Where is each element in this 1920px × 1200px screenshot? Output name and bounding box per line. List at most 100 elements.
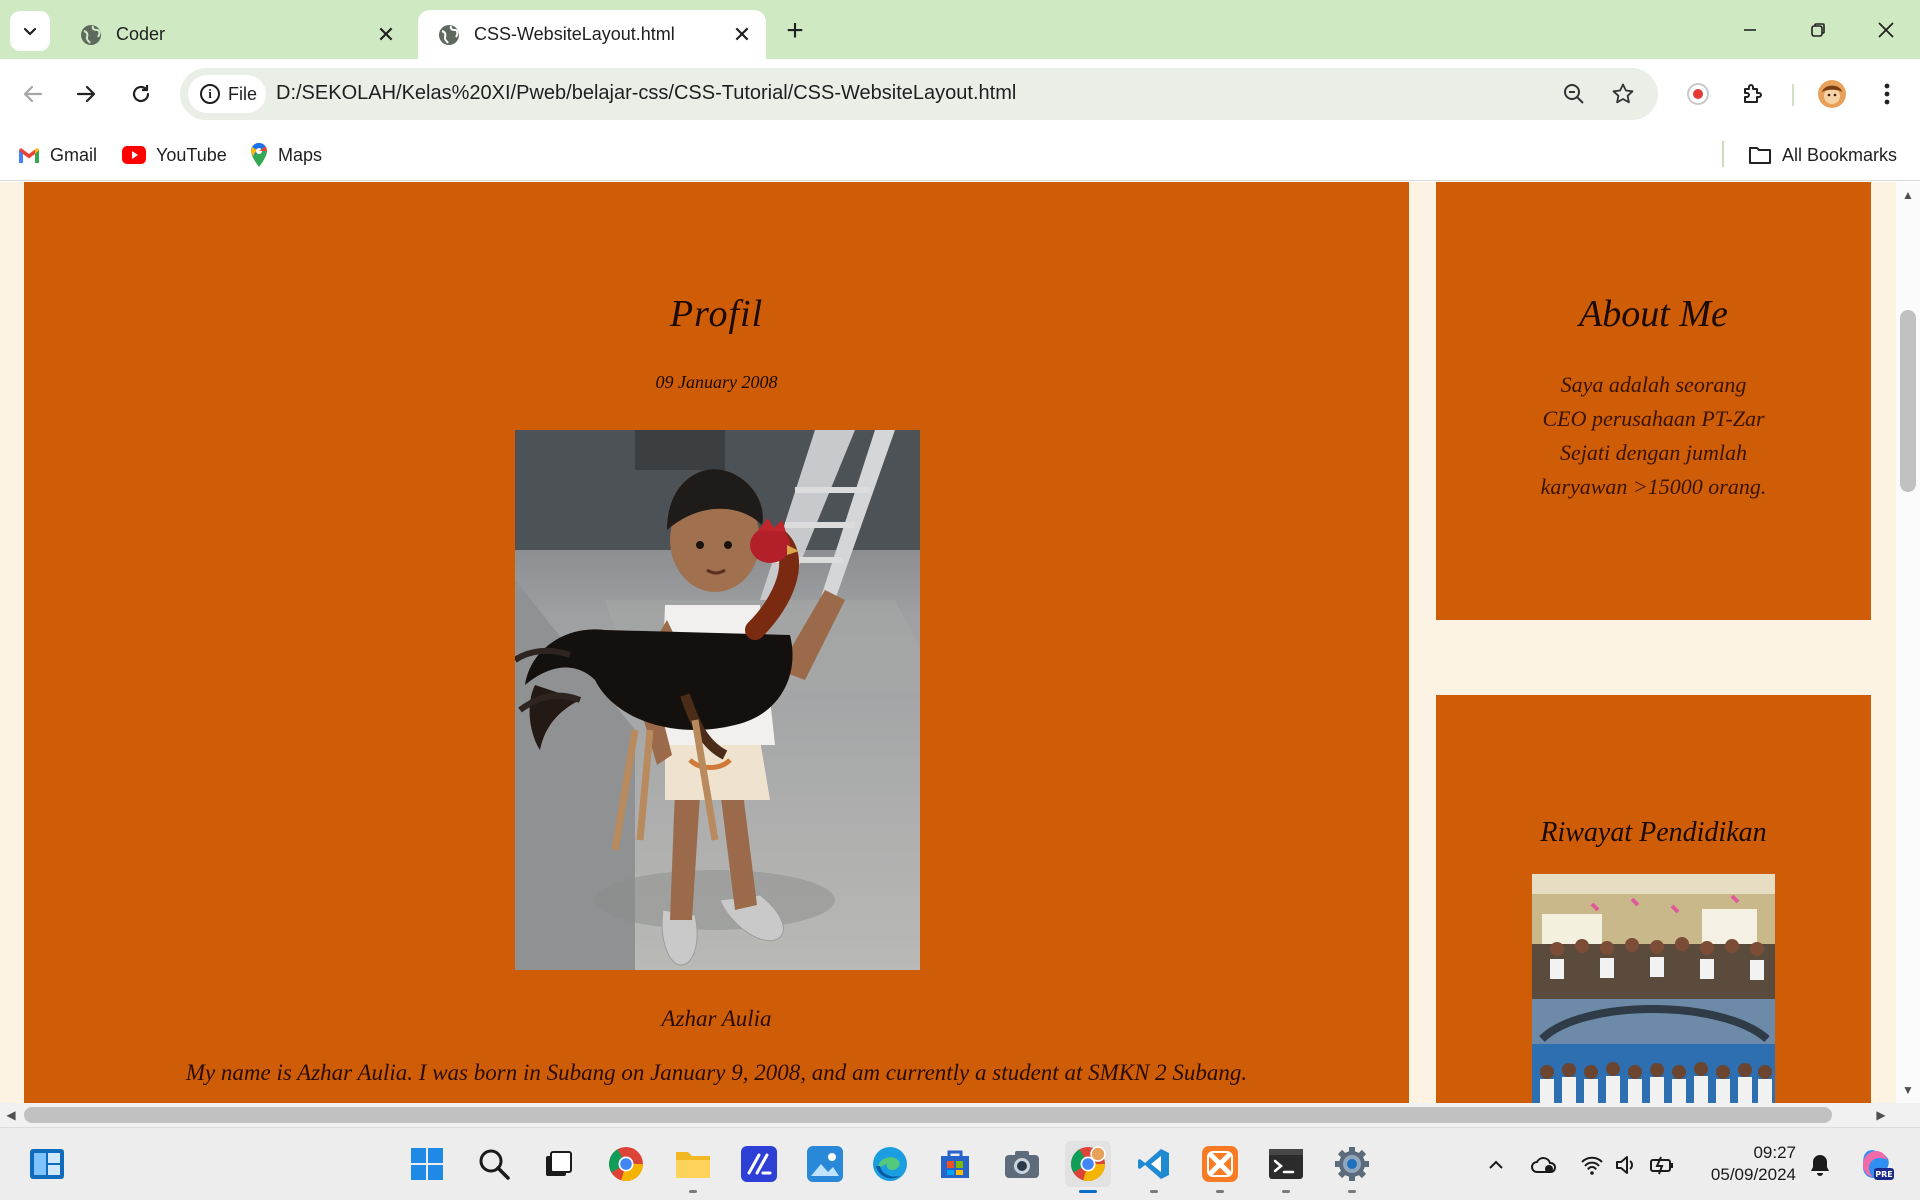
- photos-app-icon[interactable]: [802, 1141, 848, 1187]
- microsoft-store-icon[interactable]: [932, 1141, 978, 1187]
- camera-app-icon[interactable]: [999, 1141, 1045, 1187]
- bookmark-label: Maps: [278, 144, 323, 165]
- zoom-icon[interactable]: [1561, 81, 1587, 107]
- info-icon: i: [200, 84, 220, 104]
- scroll-right-arrow-icon[interactable]: ▶: [1872, 1106, 1890, 1124]
- bookmarks-bar: Gmail YouTube Maps All Bookmarks: [0, 129, 1920, 181]
- task-view-icon[interactable]: [535, 1141, 581, 1187]
- windows-taskbar: 09:27 05/09/2024 PRE: [0, 1127, 1920, 1200]
- tab-coder[interactable]: Coder ✕: [60, 10, 410, 59]
- battery-charging-icon[interactable]: [1648, 1151, 1676, 1179]
- forward-arrow-icon: [76, 85, 96, 103]
- restore-icon: [1811, 22, 1825, 37]
- about-me-card: About Me Saya adalah seorang CEO perusah…: [1436, 182, 1871, 620]
- about-me-text: Saya adalah seorang CEO perusahaan PT-Za…: [1540, 372, 1767, 499]
- clock-date: 05/09/2024: [1710, 1165, 1796, 1184]
- vscode-icon[interactable]: [1131, 1141, 1177, 1193]
- forward-button[interactable]: [67, 75, 105, 113]
- address-bar[interactable]: i File D:/SEKOLAH/Kelas%20XI/Pweb/belaja…: [180, 68, 1658, 120]
- chrome-taskbar-icon[interactable]: [603, 1141, 649, 1187]
- extensions-puzzle-icon[interactable]: [1734, 75, 1772, 113]
- bookmark-star-icon[interactable]: [1610, 81, 1636, 107]
- browser-toolbar: i File D:/SEKOLAH/Kelas%20XI/Pweb/belaja…: [0, 59, 1920, 129]
- scroll-down-arrow-icon[interactable]: ▼: [1896, 1081, 1920, 1099]
- volume-icon[interactable]: [1612, 1151, 1640, 1179]
- close-window-button[interactable]: [1852, 0, 1920, 59]
- active-indicator: [1079, 1190, 1097, 1193]
- widgets-icon[interactable]: [24, 1141, 70, 1187]
- education-photo: [1532, 874, 1775, 1103]
- all-bookmarks-button[interactable]: All Bookmarks: [1748, 139, 1897, 171]
- page-viewport: Profil 09 January 2008 Azhar Aulia My na…: [0, 182, 1896, 1103]
- tab-strip: Coder ✕ CSS-WebsiteLayout.html ✕ +: [0, 0, 1920, 59]
- running-indicator: [1150, 1190, 1158, 1193]
- back-button[interactable]: [14, 75, 52, 113]
- edge-browser-icon[interactable]: [867, 1141, 913, 1187]
- horizontal-scrollbar[interactable]: ◀ ▶: [0, 1103, 1920, 1127]
- globe-icon: [439, 24, 459, 45]
- reload-icon: [132, 85, 150, 103]
- running-indicator: [1282, 1190, 1290, 1193]
- youtube-icon: [122, 146, 146, 164]
- copilot-icon[interactable]: PRE: [1858, 1146, 1894, 1182]
- url-text[interactable]: D:/SEKOLAH/Kelas%20XI/Pweb/belajar-css/C…: [276, 82, 1016, 105]
- education-card: Riwayat Pendidikan: [1436, 695, 1871, 1103]
- globe-icon: [81, 24, 101, 45]
- vertical-scrollbar[interactable]: ▲ ▼: [1896, 182, 1920, 1103]
- close-tab-icon[interactable]: ✕: [374, 22, 398, 47]
- menu-kebab-icon[interactable]: [1868, 75, 1906, 113]
- vertical-scroll-thumb[interactable]: [1900, 310, 1916, 492]
- profile-card: Profil 09 January 2008 Azhar Aulia My na…: [24, 182, 1409, 1103]
- about-me-title: About Me: [1579, 293, 1728, 335]
- settings-gear-icon[interactable]: [1329, 1141, 1375, 1193]
- svg-text:PRE: PRE: [1875, 1170, 1893, 1179]
- code-editor-app-icon[interactable]: [736, 1141, 782, 1187]
- back-arrow-icon: [23, 85, 43, 103]
- close-tab-icon[interactable]: ✕: [730, 22, 754, 47]
- show-hidden-icons-chevron-icon[interactable]: [1482, 1151, 1510, 1179]
- scroll-left-arrow-icon[interactable]: ◀: [2, 1106, 20, 1124]
- start-windows-icon[interactable]: [404, 1141, 450, 1187]
- bookmark-youtube[interactable]: YouTube: [122, 139, 227, 171]
- folder-icon: [1748, 145, 1772, 165]
- onedrive-cloud-icon[interactable]: [1530, 1151, 1558, 1179]
- wifi-icon[interactable]: [1578, 1151, 1606, 1179]
- tab-search-button[interactable]: [10, 11, 50, 51]
- new-tab-button[interactable]: +: [778, 14, 812, 48]
- all-bookmarks-label: All Bookmarks: [1782, 144, 1898, 165]
- search-icon[interactable]: [471, 1141, 517, 1187]
- toolbar-divider: [1792, 84, 1794, 106]
- bookmark-gmail[interactable]: Gmail: [18, 139, 97, 171]
- system-clock[interactable]: 09:27 05/09/2024: [1696, 1142, 1796, 1186]
- profile-bio: My name is Azhar Aulia. I was born in Su…: [185, 1060, 1248, 1085]
- xampp-icon[interactable]: [1197, 1141, 1243, 1193]
- notification-bell-icon[interactable]: [1806, 1151, 1834, 1179]
- close-icon: [1878, 21, 1894, 38]
- file-explorer-icon[interactable]: [670, 1141, 716, 1193]
- clock-time: 09:27: [1753, 1143, 1796, 1162]
- bookmark-label: YouTube: [156, 144, 227, 165]
- scroll-up-arrow-icon[interactable]: ▲: [1896, 186, 1920, 204]
- tab-css-website-layout[interactable]: CSS-WebsiteLayout.html ✕: [418, 10, 766, 59]
- site-chip-label: File: [228, 83, 258, 104]
- minimize-icon: [1744, 28, 1756, 31]
- window-controls: [1716, 0, 1920, 59]
- site-info-chip[interactable]: i File: [188, 75, 266, 113]
- horizontal-scroll-thumb[interactable]: [24, 1107, 1832, 1123]
- running-indicator: [1348, 1190, 1356, 1193]
- tab-title: Coder: [116, 24, 166, 44]
- recording-extension-icon[interactable]: [1679, 75, 1717, 113]
- terminal-icon[interactable]: [1263, 1141, 1309, 1193]
- reload-button[interactable]: [122, 75, 160, 113]
- running-indicator: [689, 1190, 697, 1193]
- bookmark-label: Gmail: [50, 144, 98, 165]
- profile-title: Profil: [669, 293, 764, 335]
- restore-button[interactable]: [1784, 0, 1852, 59]
- chevron-down-icon: [23, 27, 37, 36]
- minimize-button[interactable]: [1716, 0, 1784, 59]
- profile-photo: [515, 430, 920, 970]
- bookmark-maps[interactable]: Maps: [250, 139, 322, 171]
- maps-icon: [250, 143, 268, 167]
- chrome-profile-taskbar-icon[interactable]: [1065, 1141, 1111, 1193]
- profile-avatar[interactable]: [1813, 75, 1851, 113]
